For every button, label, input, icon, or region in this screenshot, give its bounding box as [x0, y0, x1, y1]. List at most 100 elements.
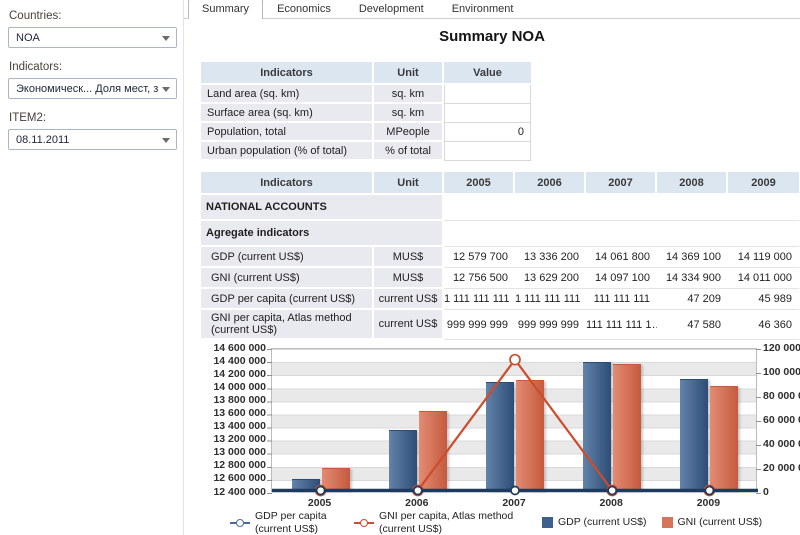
value-cell: 1 111 111 111: [515, 289, 586, 310]
right-axis-label: 120 000 000: [763, 342, 800, 355]
legend-item[interactable]: GNI per capita, Atlas method (current US…: [354, 510, 527, 535]
column-header: 2007: [586, 172, 657, 195]
indicator-cell: Urban population (% of total): [201, 142, 374, 161]
value-cell: [586, 195, 657, 221]
tab-environment[interactable]: Environment: [438, 0, 528, 18]
value-cell: [444, 142, 531, 161]
indicator-years-table: IndicatorsUnit20052006200720082009NATION…: [201, 172, 799, 340]
line-marker: [608, 487, 616, 495]
value-cell: 12 756 500: [444, 268, 515, 289]
indicator-cell: GNI (current US$): [201, 268, 374, 289]
column-header: Indicators: [201, 172, 374, 195]
legend-item[interactable]: GNI (current US$): [662, 516, 763, 529]
right-axis-label: 40 000 000: [763, 438, 800, 451]
table-row: GNI (current US$)MUS$12 756 50013 629 20…: [201, 268, 799, 289]
section-row: NATIONAL ACCOUNTS: [201, 195, 799, 221]
indicator-cell: Land area (sq. km): [201, 85, 374, 104]
app-root: Countries: NOA Indicators: Экономическ... Д…: [0, 0, 800, 535]
x-axis-label: 2005: [308, 497, 331, 509]
countries-select[interactable]: NOA: [8, 27, 177, 48]
right-axis-label: 0: [763, 486, 769, 499]
countries-label: Countries:: [9, 10, 175, 22]
value-cell: 14 061 800: [586, 247, 657, 268]
tab-economics[interactable]: Economics: [263, 0, 345, 18]
section-label-cell: Agregate indicators: [201, 221, 444, 247]
value-cell: [657, 195, 728, 221]
countries-value: NOA: [16, 32, 40, 44]
table-row: Urban population (% of total)% of total: [201, 142, 531, 161]
column-header: Unit: [374, 172, 444, 195]
chart-legend: GDP per capita (current US$) GNI per capi…: [230, 510, 762, 535]
tab-summary[interactable]: Summary: [188, 0, 263, 19]
table-row: GNI per capita, Atlas method (current US…: [201, 310, 799, 340]
item2-select[interactable]: 08.11.2011: [8, 129, 177, 150]
left-axis-label: 12 600 000: [186, 472, 266, 485]
legend-item[interactable]: GDP per capita (current US$): [230, 510, 339, 535]
right-axis-label: 20 000 000: [763, 462, 800, 475]
column-header: 2009: [728, 172, 799, 195]
legend-item[interactable]: GDP (current US$): [542, 516, 647, 529]
page-title: Summary NOA: [184, 28, 800, 45]
unit-cell: % of total: [374, 142, 444, 161]
right-axis-label: 100 000 000: [763, 366, 800, 379]
value-cell: [444, 195, 515, 221]
chart-plot-area: [271, 348, 757, 492]
value-cell: [657, 221, 728, 247]
item2-value: 08.11.2011: [16, 134, 69, 146]
tab-bar: SummaryEconomicsDevelopmentEnvironment: [184, 0, 800, 19]
column-header: Indicators: [201, 62, 374, 85]
left-axis-label: 13 800 000: [186, 394, 266, 407]
indicators-select[interactable]: Экономическ... Доля мест, з... (1374): [8, 78, 177, 99]
value-cell: 999 999 999: [444, 310, 515, 340]
unit-cell: current US$: [374, 310, 444, 340]
tab-development[interactable]: Development: [345, 0, 438, 18]
indicator-cell: Surface area (sq. km): [201, 104, 374, 123]
dropdown-arrow-icon: [162, 87, 170, 92]
table-row: GDP per capita (current US$)current US$1…: [201, 289, 799, 310]
legend-line-marker-icon: [230, 518, 250, 527]
left-axis-label: 14 400 000: [186, 355, 266, 368]
value-cell: [444, 104, 531, 123]
table-header-row: IndicatorsUnit20052006200720082009: [201, 172, 799, 195]
value-cell: 46 360: [728, 310, 799, 340]
line-series: [321, 360, 710, 491]
value-cell: [515, 195, 586, 221]
left-axis-label: 12 800 000: [186, 459, 266, 472]
value-cell: 14 097 100: [586, 268, 657, 289]
legend-label: GDP per capita (current US$): [255, 510, 339, 535]
x-axis-label: 2009: [697, 497, 720, 509]
unit-cell: MUS$: [374, 268, 444, 289]
value-cell: 14 119 000: [728, 247, 799, 268]
indicators-label: Indicators:: [9, 61, 175, 73]
line-marker: [414, 487, 422, 495]
table-row: Land area (sq. km)sq. km: [201, 85, 531, 104]
unit-cell: MPeople: [374, 123, 444, 142]
x-axis-label: 2006: [405, 497, 428, 509]
indicator-cell: GDP per capita (current US$): [201, 289, 374, 310]
legend-label: GDP (current US$): [558, 516, 647, 529]
table-header-row: IndicatorsUnitValue: [201, 62, 531, 85]
value-cell: [515, 221, 586, 247]
value-cell: 999 999 999: [515, 310, 586, 340]
column-header: 2006: [515, 172, 586, 195]
table-row: Surface area (sq. km)sq. km: [201, 104, 531, 123]
left-axis-label: 14 600 000: [186, 342, 266, 355]
value-cell: 14 011 000: [728, 268, 799, 289]
column-header: Value: [444, 62, 531, 85]
value-cell: 13 629 200: [515, 268, 586, 289]
value-cell: 14 369 100: [657, 247, 728, 268]
value-cell: [586, 221, 657, 247]
line-marker: [511, 487, 519, 495]
value-cell: 0: [444, 123, 531, 142]
section-label-cell: NATIONAL ACCOUNTS: [201, 195, 444, 221]
legend-square-icon: [542, 517, 553, 528]
section-row: Agregate indicators: [201, 221, 799, 247]
line-marker: [510, 355, 520, 365]
indicators-value: Экономическ... Доля мест, з... (1374): [16, 83, 158, 95]
x-axis-label: 2008: [600, 497, 623, 509]
item2-label: ITEM2:: [9, 112, 175, 124]
value-cell: 12 579 700: [444, 247, 515, 268]
value-cell: 47 580: [657, 310, 728, 340]
table-row: GDP (current US$)MUS$12 579 70013 336 20…: [201, 247, 799, 268]
value-cell: [728, 195, 799, 221]
